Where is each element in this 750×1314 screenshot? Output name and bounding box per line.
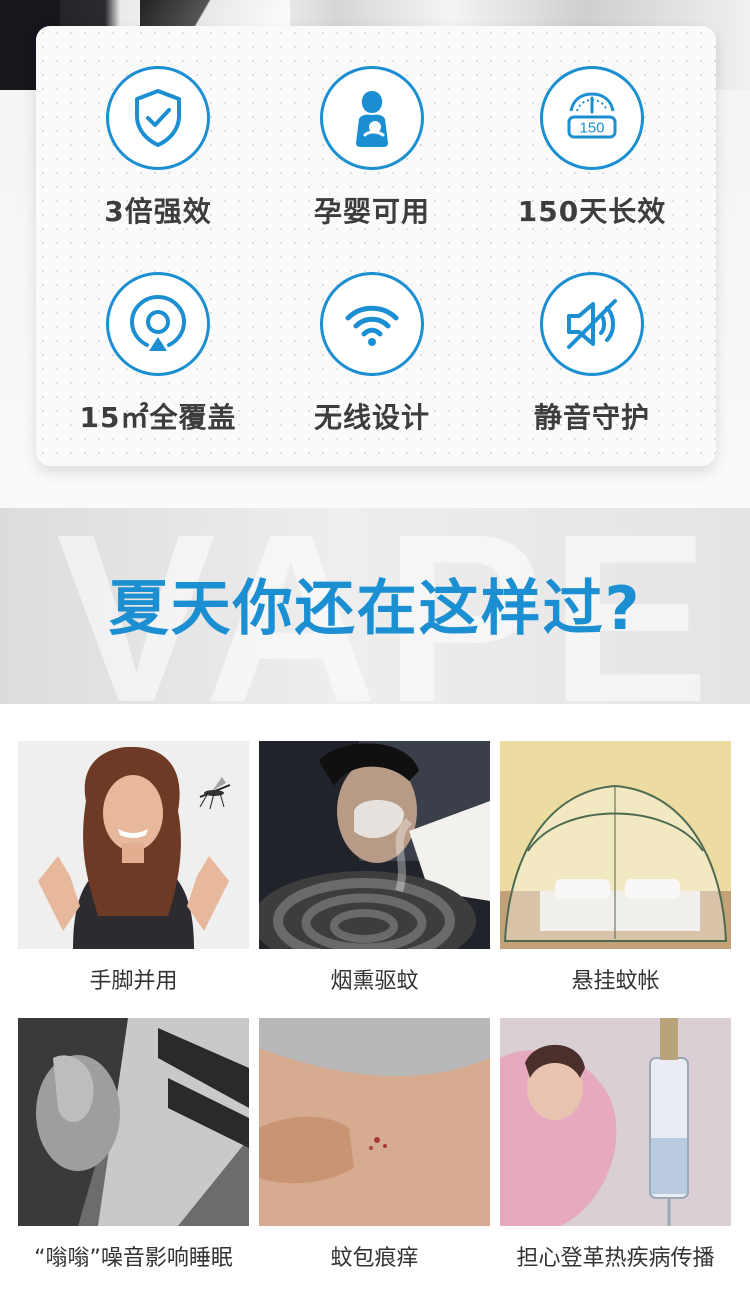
itchy-skin-image [259,1018,490,1226]
coverage-target-icon [129,294,187,351]
problem-caption: 烟熏驱蚊 [330,969,419,994]
feature-label: 无线设计 [313,401,430,434]
problem-image [259,741,490,949]
problem-item-mosquito-net: 悬挂蚊帐 [500,741,731,995]
problem-image [500,741,731,949]
timer-150-icon: 150 [567,92,617,139]
feature-label: 3倍强效 [104,195,212,228]
iv-drip-image [500,1018,731,1226]
headline-band: VAPE 夏天你还在这样过? [0,508,750,704]
features-card: 3倍强效 孕婴可用 150 150天长效 15㎡全覆盖 无线设计 静音守护 [36,26,716,466]
mosquito-net-image [500,741,731,949]
angry-woman-image [18,741,249,949]
problem-caption: 蚊包痕痒 [330,1246,419,1271]
problem-item-mosquito-coil: 烟熏驱蚊 [259,741,490,995]
top-section: 3倍强效 孕婴可用 150 150天长效 15㎡全覆盖 无线设计 静音守护 [0,0,750,508]
problem-caption: “嗡嗡”噪音影响睡眠 [34,1246,233,1271]
feature-icon-circle [106,272,210,376]
feature-wireless: 无线设计 [272,272,472,436]
feature-silent: 静音守护 [492,272,692,436]
feature-icon-circle [106,66,210,170]
feature-coverage: 15㎡全覆盖 [58,272,258,436]
feature-icon-circle [320,66,424,170]
problem-item-disease-worry: 担心登革热疾病传播 [500,1018,731,1272]
feature-long-lasting: 150 150天长效 [492,66,692,230]
mother-baby-icon [356,91,388,147]
feature-icon-circle: 150 [540,66,644,170]
problem-caption: 手脚并用 [89,969,178,994]
problem-item-buzzing-noise: “嗡嗡”噪音影响睡眠 [18,1018,249,1272]
wifi-icon [345,305,399,346]
feature-icon-circle [320,272,424,376]
section-headline: 夏天你还在这样过? [108,574,642,644]
problem-item-itchy-bites: 蚊包痕痒 [259,1018,490,1272]
problem-image [18,741,249,949]
problem-image [259,1018,490,1226]
feature-strength: 3倍强效 [58,66,258,230]
timer-value: 150 [579,120,604,137]
problem-image [500,1018,731,1226]
feature-label: 150天长效 [517,195,667,228]
smoke-coil-image [259,741,490,949]
problem-caption: 担心登革热疾病传播 [516,1246,715,1271]
feature-label: 静音守护 [533,401,650,434]
mute-speaker-icon [567,299,617,349]
problem-item-swatting: 手脚并用 [18,741,249,995]
sleepless-ear-image [18,1018,249,1226]
shield-check-icon [135,89,181,147]
feature-label: 15㎡全覆盖 [79,401,237,434]
problem-image [18,1018,249,1226]
feature-icon-circle [540,272,644,376]
feature-label: 孕婴可用 [313,195,430,228]
feature-pregnancy-safe: 孕婴可用 [272,66,472,230]
problem-caption: 悬挂蚊帐 [571,969,660,994]
